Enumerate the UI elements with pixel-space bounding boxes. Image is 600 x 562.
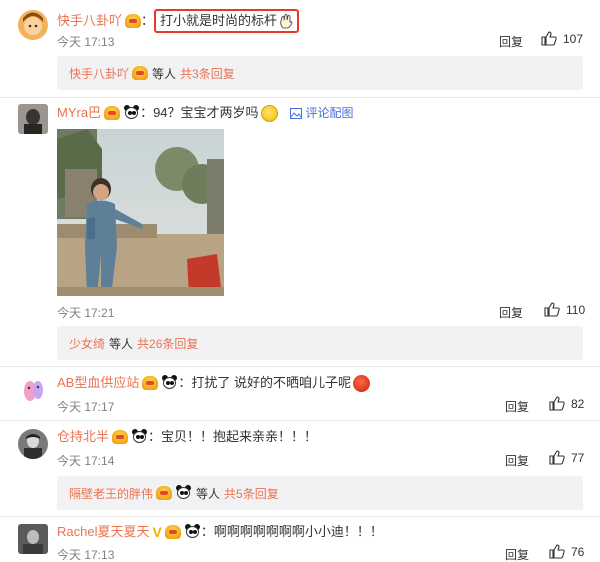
comment-separator: ： <box>200 524 214 539</box>
sub-replies-box[interactable]: 少女绮 等人 共26条回复 <box>57 326 583 360</box>
panda-emoji-icon <box>184 524 201 540</box>
reply-button[interactable]: 回复 <box>505 398 529 415</box>
sub-reply-count-link[interactable]: 共3条回复 <box>180 65 235 82</box>
sub-reply-etc: 等人 <box>152 66 177 81</box>
divider <box>0 420 600 421</box>
sub-reply-username[interactable]: 隔壁老王的胖伟 <box>69 485 153 502</box>
like-button[interactable]: 76 <box>549 544 584 559</box>
thumbs-up-icon <box>549 396 565 411</box>
divider <box>0 97 600 98</box>
comment-time: 今天 17:21 <box>57 306 115 320</box>
angry-emoji-icon <box>352 374 370 392</box>
username-link[interactable]: 快手八卦吖 <box>57 12 122 30</box>
comment-image-link[interactable]: 评论配图 <box>289 104 354 122</box>
username-link[interactable]: Rachel夏天夏天 <box>57 523 149 541</box>
username-link[interactable]: AB型血供应站 <box>57 374 139 392</box>
like-count: 76 <box>571 544 585 559</box>
fan-badge-icon <box>125 14 142 28</box>
like-button[interactable]: 77 <box>549 450 584 465</box>
username-link[interactable]: MYra巴 <box>57 104 101 122</box>
username-link[interactable]: 仓持北半 <box>57 428 109 446</box>
like-count: 77 <box>571 450 585 465</box>
thumbs-up-icon <box>549 544 565 559</box>
comment-photo[interactable] <box>57 129 224 296</box>
avatar[interactable] <box>18 374 48 404</box>
comment-time: 今天 17:13 <box>57 548 115 562</box>
panda-emoji-icon <box>175 485 192 501</box>
avatar[interactable] <box>18 524 48 554</box>
highlight-box: 打小就是时尚的标杆 <box>154 9 300 33</box>
fan-badge-icon <box>156 486 173 500</box>
thumbs-up-icon <box>544 302 560 317</box>
comment-time: 今天 17:13 <box>57 35 115 49</box>
thumbs-up-icon <box>549 450 565 465</box>
like-button[interactable]: 82 <box>549 396 584 411</box>
comment-separator: ： <box>140 105 154 120</box>
thumbs-up-icon <box>541 31 557 46</box>
reply-button[interactable]: 回复 <box>499 33 523 50</box>
comment-text: 打扰了 说好的不晒咱儿子呢 <box>191 375 351 390</box>
fan-badge-icon <box>164 525 181 539</box>
fan-badge-icon <box>104 106 121 120</box>
sub-reply-count-link[interactable]: 共26条回复 <box>137 335 198 352</box>
comment-text: 宝贝！！抱起来亲亲！！！ <box>161 429 318 444</box>
comment-text: 打小就是时尚的标杆 <box>160 13 278 28</box>
comment-text: 94？宝宝才两岁吗 <box>153 105 259 120</box>
divider <box>0 516 600 517</box>
panda-emoji-icon <box>161 375 178 391</box>
comment-time: 今天 17:17 <box>57 400 115 414</box>
sub-reply-username[interactable]: 少女绮 <box>69 335 105 352</box>
avatar[interactable] <box>18 104 48 134</box>
image-icon <box>289 107 302 119</box>
reply-button[interactable]: 回复 <box>499 304 523 321</box>
reply-button[interactable]: 回复 <box>505 546 529 562</box>
fan-badge-icon <box>142 376 159 390</box>
comment-image-label: 评论配图 <box>305 106 354 120</box>
sub-reply-count-link[interactable]: 共5条回复 <box>224 485 279 502</box>
fan-badge-icon <box>132 66 149 80</box>
sub-reply-etc: 等人 <box>109 336 134 351</box>
sub-reply-username[interactable]: 快手八卦吖 <box>69 65 129 82</box>
panda-emoji-icon <box>123 105 140 121</box>
comment-separator: ： <box>148 429 162 444</box>
like-button[interactable]: 110 <box>544 302 585 317</box>
reply-button[interactable]: 回复 <box>505 452 529 469</box>
fan-badge-icon <box>112 430 129 444</box>
panda-emoji-icon <box>131 429 148 445</box>
hand-emoji-icon <box>280 14 293 29</box>
like-button[interactable]: 107 <box>541 31 583 46</box>
comment-text: 啊啊啊啊啊啊啊小小迪！！！ <box>213 524 383 539</box>
avatar[interactable] <box>18 10 48 40</box>
comment-separator: ： <box>178 375 192 390</box>
avatar[interactable] <box>18 429 48 459</box>
thinking-emoji-icon <box>260 104 278 122</box>
like-count: 107 <box>563 31 584 46</box>
sub-replies-box[interactable]: 隔壁老王的胖伟 等人 共5条回复 <box>57 476 583 510</box>
sub-replies-box[interactable]: 快手八卦吖 等人 共3条回复 <box>57 56 583 90</box>
like-count: 82 <box>571 396 585 411</box>
comment-separator: ： <box>141 13 155 28</box>
vip-icon: V <box>152 524 162 540</box>
sub-reply-etc: 等人 <box>196 486 221 501</box>
like-count: 110 <box>566 302 586 317</box>
divider <box>0 366 600 367</box>
comment-time: 今天 17:14 <box>57 454 115 468</box>
